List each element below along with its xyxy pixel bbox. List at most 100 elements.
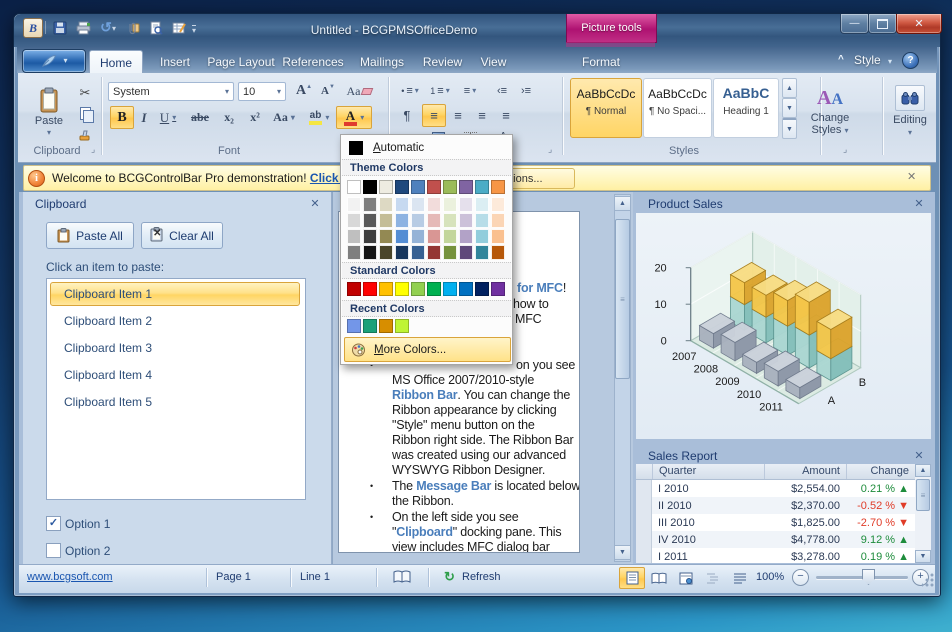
theme-swatch-5[interactable]	[427, 180, 441, 194]
column-header-quarter[interactable]: Quarter	[652, 464, 764, 479]
superscript-button[interactable]: x²	[242, 106, 268, 129]
editing-button[interactable]: Editing ▾	[888, 77, 932, 145]
standard-swatch-6[interactable]	[443, 282, 457, 296]
clipboard-item-5[interactable]: Clipboard Item 5	[50, 390, 300, 414]
variant-1-swatch-2[interactable]	[379, 213, 393, 228]
variant-2-swatch-5[interactable]	[427, 229, 441, 244]
theme-swatch-8[interactable]	[475, 180, 489, 194]
doc-link[interactable]: Message Bar	[416, 479, 491, 493]
paste-button[interactable]: Paste ▾	[28, 80, 70, 144]
clipboard-dialog-launcher[interactable]: ⌟	[91, 145, 100, 154]
variant-1-swatch-1[interactable]	[363, 213, 377, 228]
theme-swatch-9[interactable]	[491, 180, 505, 194]
font-color-button[interactable]: A▾	[336, 106, 372, 129]
outline-view-icon[interactable]	[700, 567, 726, 589]
italic-button[interactable]: I	[134, 106, 154, 129]
tab-mailings[interactable]: Mailings	[353, 50, 411, 73]
format-painter-icon[interactable]	[72, 124, 98, 145]
collapse-ribbon-icon[interactable]: ^	[838, 54, 844, 65]
variant-1-swatch-4[interactable]	[411, 213, 425, 228]
variant-2-swatch-4[interactable]	[411, 229, 425, 244]
variant-2-swatch-1[interactable]	[363, 229, 377, 244]
doc-link[interactable]: Clipboard	[396, 525, 453, 539]
variant-2-swatch-9[interactable]	[491, 229, 505, 244]
font-name-combo[interactable]: System ▾	[108, 82, 234, 101]
clipboard-pane-close-icon[interactable]: ✕	[308, 196, 322, 210]
style-card-no-spacing[interactable]: AaBbCcDc ¶ No Spaci...	[643, 78, 712, 138]
theme-swatch-3[interactable]	[395, 180, 409, 194]
theme-swatch-4[interactable]	[411, 180, 425, 194]
qat-more-icon[interactable]: ▾	[192, 25, 196, 35]
variant-3-swatch-8[interactable]	[475, 245, 489, 260]
product-sales-close-icon[interactable]: ✕	[912, 196, 926, 210]
variant-1-swatch-6[interactable]	[443, 213, 457, 228]
theme-swatch-1[interactable]	[363, 180, 377, 194]
bullets-icon[interactable]: •≡▾	[396, 80, 424, 101]
option2-checkbox[interactable]	[46, 543, 61, 558]
variant-1-swatch-9[interactable]	[491, 213, 505, 228]
table-row-I-2011[interactable]: I 2011$3,278.000.19 % ▲	[636, 548, 915, 563]
styles-scroll-down[interactable]: ▼	[782, 98, 797, 118]
variant-3-swatch-3[interactable]	[395, 245, 409, 260]
standard-swatch-8[interactable]	[475, 282, 489, 296]
copy-icon[interactable]	[72, 103, 98, 124]
clear-formatting-button[interactable]: Aa	[344, 80, 374, 102]
strikethrough-button[interactable]: abe	[184, 106, 216, 129]
variant-0-swatch-3[interactable]	[395, 197, 409, 212]
refresh-label[interactable]: Refresh	[462, 571, 501, 583]
book-icon[interactable]	[392, 569, 412, 590]
variant-0-swatch-2[interactable]	[379, 197, 393, 212]
print-icon[interactable]	[74, 19, 92, 37]
variant-1-swatch-7[interactable]	[459, 213, 473, 228]
variant-1-swatch-0[interactable]	[347, 213, 361, 228]
style-menu-button[interactable]: Style	[854, 53, 881, 67]
doc-link[interactable]: Ribbon Bar	[392, 388, 457, 402]
tab-view[interactable]: View	[473, 50, 514, 73]
table-row-II-2010[interactable]: II 2010$2,370.00-0.52 % ▼	[636, 497, 915, 515]
variant-0-swatch-5[interactable]	[427, 197, 441, 212]
styles-scroll-up[interactable]: ▲	[782, 78, 797, 98]
option1-checkbox[interactable]: ✓	[46, 516, 61, 531]
align-left-icon[interactable]: ≡	[422, 104, 446, 127]
variant-3-swatch-0[interactable]	[347, 245, 361, 260]
edit-table-icon[interactable]	[170, 19, 188, 37]
message-bar-close-icon[interactable]: ✕	[907, 170, 916, 183]
minimize-button[interactable]: —	[840, 14, 869, 34]
variant-0-swatch-0[interactable]	[347, 197, 361, 212]
website-link[interactable]: www.bcgsoft.com	[27, 571, 113, 583]
increase-indent-icon[interactable]: ›≡	[514, 80, 538, 101]
variant-0-swatch-8[interactable]	[475, 197, 489, 212]
align-right-icon[interactable]: ≡	[470, 104, 494, 127]
theme-swatch-0[interactable]	[347, 180, 361, 194]
subscript-button[interactable]: x₂	[216, 106, 242, 129]
variant-3-swatch-5[interactable]	[427, 245, 441, 260]
titlebar[interactable]: B ↺ ▾ ▾ Untitled - BCGPMSOfficeDemo Pict…	[14, 14, 940, 47]
close-button[interactable]: ✕	[896, 14, 942, 34]
variant-2-swatch-3[interactable]	[395, 229, 409, 244]
attach-icon[interactable]	[124, 19, 142, 37]
tab-format[interactable]: Format	[561, 50, 641, 73]
variant-2-swatch-6[interactable]	[443, 229, 457, 244]
tab-insert[interactable]: Insert	[150, 50, 200, 73]
variant-3-swatch-2[interactable]	[379, 245, 393, 260]
automatic-color-item[interactable]: Automatic	[341, 137, 512, 158]
application-button[interactable]: ▾	[22, 49, 86, 73]
multilevel-list-icon[interactable]: ≡▾	[456, 80, 484, 101]
standard-swatch-3[interactable]	[395, 282, 409, 296]
variant-1-swatch-8[interactable]	[475, 213, 489, 228]
style-dropdown-icon[interactable]: ▾	[888, 58, 892, 66]
cut-icon[interactable]: ✂	[72, 82, 98, 103]
standard-swatch-5[interactable]	[427, 282, 441, 296]
web-layout-view-icon[interactable]	[673, 567, 699, 589]
column-header-amount[interactable]: Amount	[764, 464, 846, 479]
theme-swatch-7[interactable]	[459, 180, 473, 194]
style-card-normal[interactable]: AaBbCcDc ¶ Normal	[570, 78, 642, 138]
scroll-up-icon[interactable]: ▲	[614, 196, 631, 211]
clipboard-list[interactable]: Clipboard Item 1Clipboard Item 2Clipboar…	[46, 278, 306, 500]
standard-swatch-7[interactable]	[459, 282, 473, 296]
variant-0-swatch-7[interactable]	[459, 197, 473, 212]
clipboard-item-3[interactable]: Clipboard Item 3	[50, 336, 300, 360]
reading-view-icon[interactable]	[646, 567, 672, 589]
styles-dialog-launcher[interactable]: ⌟	[843, 145, 852, 154]
theme-swatch-2[interactable]	[379, 180, 393, 194]
